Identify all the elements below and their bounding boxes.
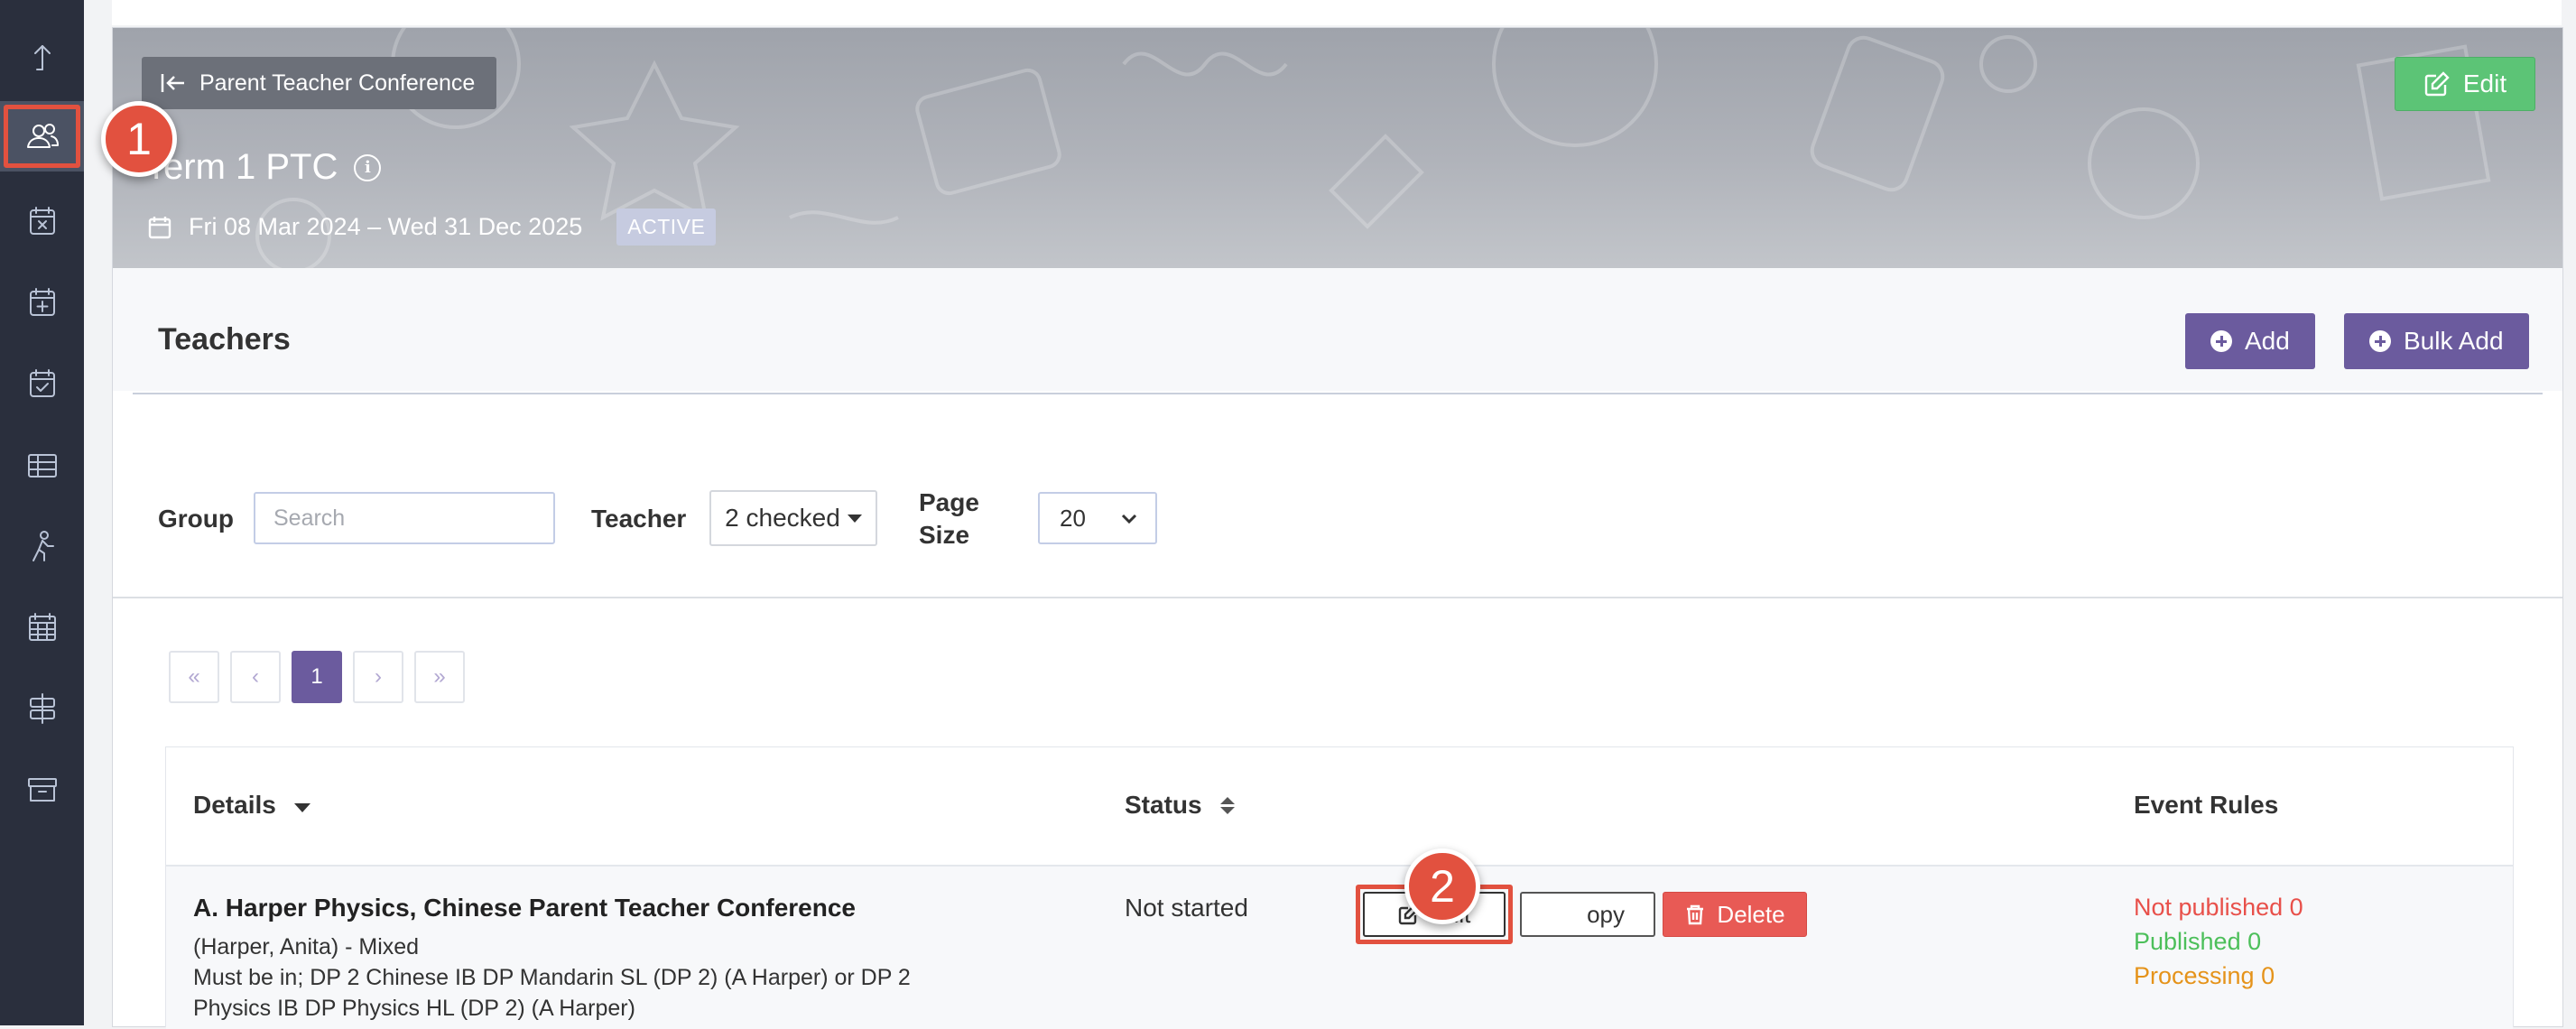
table-header: Details Status Event Rules (166, 747, 2513, 867)
conference-teacher: (Harper, Anita) - Mixed (193, 934, 420, 959)
arrow-left-to-line-icon (161, 74, 184, 92)
calendar-plus-icon (29, 288, 55, 316)
status-badge: ACTIVE (616, 209, 717, 246)
copy-button[interactable]: opy (1520, 892, 1655, 937)
sidebar-item-table[interactable] (0, 430, 84, 500)
delete-button[interactable]: Delete (1663, 892, 1807, 937)
rule-published: Published 0 (2134, 928, 2262, 955)
caret-down-icon (847, 514, 862, 523)
event-edit-button[interactable]: Edit (2395, 57, 2535, 111)
page-first-button[interactable]: « (169, 651, 219, 703)
sidebar-item-person-walking[interactable] (0, 511, 84, 581)
page-current-button[interactable]: 1 (292, 651, 342, 703)
step-badge-1: 1 (101, 101, 177, 177)
conference-requirement-line2: Physics IB DP Physics HL (DP 2) (A Harpe… (193, 996, 635, 1021)
event-title: Term 1 PTC (145, 147, 338, 187)
sidebar-item-calendar-check[interactable] (0, 348, 84, 419)
bulk-add-button[interactable]: Bulk Add (2344, 313, 2529, 369)
rule-not-published: Not published 0 (2134, 894, 2303, 921)
teachers-header: Teachers Add Bulk Add (113, 268, 2562, 391)
table-row: A. Harper Physics, Chinese Parent Teache… (166, 867, 2513, 1029)
rule-processing: Processing 0 (2134, 962, 2275, 989)
page-size-label-line1: Page (919, 488, 979, 516)
bulk-add-button-label: Bulk Add (2404, 327, 2504, 355)
conference-status: Not started (1125, 894, 1248, 922)
conference-table: Details Status Event Rules A. Harper Phy… (165, 746, 2514, 1029)
trash-icon (1687, 904, 1704, 925)
add-button[interactable]: Add (2185, 313, 2315, 369)
page-size-label: Page Size (919, 487, 979, 552)
column-header-status-label: Status (1125, 791, 1202, 819)
calendar-x-icon (29, 207, 55, 235)
calendar-icon (148, 216, 171, 238)
chevron-down-icon (1121, 514, 1137, 524)
page-size-value: 20 (1060, 504, 1086, 532)
event-dates-row: Fri 08 Mar 2024 – Wed 31 Dec 2025 ACTIVE (147, 209, 717, 246)
filters-bar: Group Teacher 2 checked Page Size 20 (113, 394, 2562, 598)
column-header-status[interactable]: Status (1125, 791, 1235, 820)
calendar-check-icon (29, 369, 55, 397)
top-strip (112, 0, 2562, 25)
sort-icon (1219, 796, 1235, 814)
page-next-button[interactable]: › (353, 651, 403, 703)
sidebar-item-upload[interactable] (0, 22, 84, 92)
sidebar-item-calendar-x[interactable] (0, 186, 84, 256)
group-search-input[interactable] (254, 492, 555, 544)
sidebar-item-archive[interactable] (0, 755, 84, 825)
sidebar-item-calendar-grid[interactable] (0, 592, 84, 663)
sort-desc-icon (293, 803, 310, 812)
event-dates: Fri 08 Mar 2024 – Wed 31 Dec 2025 (189, 213, 583, 240)
page-size-select[interactable]: 20 (1038, 492, 1157, 544)
back-button-label: Parent Teacher Conference (199, 70, 476, 96)
info-icon[interactable]: i (354, 153, 382, 181)
archive-icon (27, 778, 57, 802)
sidebar (0, 0, 84, 1025)
person-walking-icon (32, 531, 54, 561)
page-prev-button[interactable]: ‹ (230, 651, 281, 703)
table-icon (27, 454, 57, 477)
conference-title: A. Harper Physics, Chinese Parent Teache… (193, 894, 856, 922)
column-header-details-label: Details (193, 791, 276, 819)
teacher-label: Teacher (591, 505, 687, 533)
plus-circle-icon (2210, 330, 2232, 352)
copy-button-label: opy (1587, 900, 1625, 928)
back-button[interactable]: Parent Teacher Conference (142, 57, 497, 109)
step-badge-2: 2 (1404, 848, 1480, 924)
page-size-label-line2: Size (919, 521, 970, 549)
event-edit-label: Edit (2462, 70, 2507, 97)
add-button-label: Add (2245, 327, 2290, 355)
event-header: Parent Teacher Conference Edit Term 1 PT… (113, 28, 2562, 268)
calendar-grid-icon (28, 613, 56, 641)
sidebar-item-calendar-plus[interactable] (0, 267, 84, 338)
pagination: « ‹ 1 › » (169, 651, 465, 703)
column-header-event-rules: Event Rules (2134, 791, 2278, 820)
sidebar-item-signpost[interactable] (0, 673, 84, 744)
page-last-button[interactable]: » (414, 651, 465, 703)
conference-requirement-line1: Must be in; DP 2 Chinese IB DP Mandarin … (193, 965, 911, 990)
teacher-dropdown-value: 2 checked (725, 504, 840, 532)
section-title: Teachers (158, 322, 291, 357)
main-panel: Parent Teacher Conference Edit Term 1 PT… (112, 27, 2563, 1029)
upload-icon (33, 45, 51, 70)
signpost-icon (29, 693, 55, 724)
sidebar-item-people[interactable] (0, 101, 84, 172)
event-title-row: Term 1 PTC i (145, 147, 382, 188)
teacher-dropdown[interactable]: 2 checked (709, 490, 877, 546)
group-label: Group (158, 505, 234, 533)
column-header-event-rules-label: Event Rules (2134, 791, 2279, 819)
plus-circle-icon (2369, 330, 2391, 352)
column-header-details[interactable]: Details (193, 791, 310, 820)
sidebar-highlight (4, 105, 80, 168)
delete-button-label: Delete (1717, 900, 1785, 928)
edit-icon (2424, 71, 2450, 97)
